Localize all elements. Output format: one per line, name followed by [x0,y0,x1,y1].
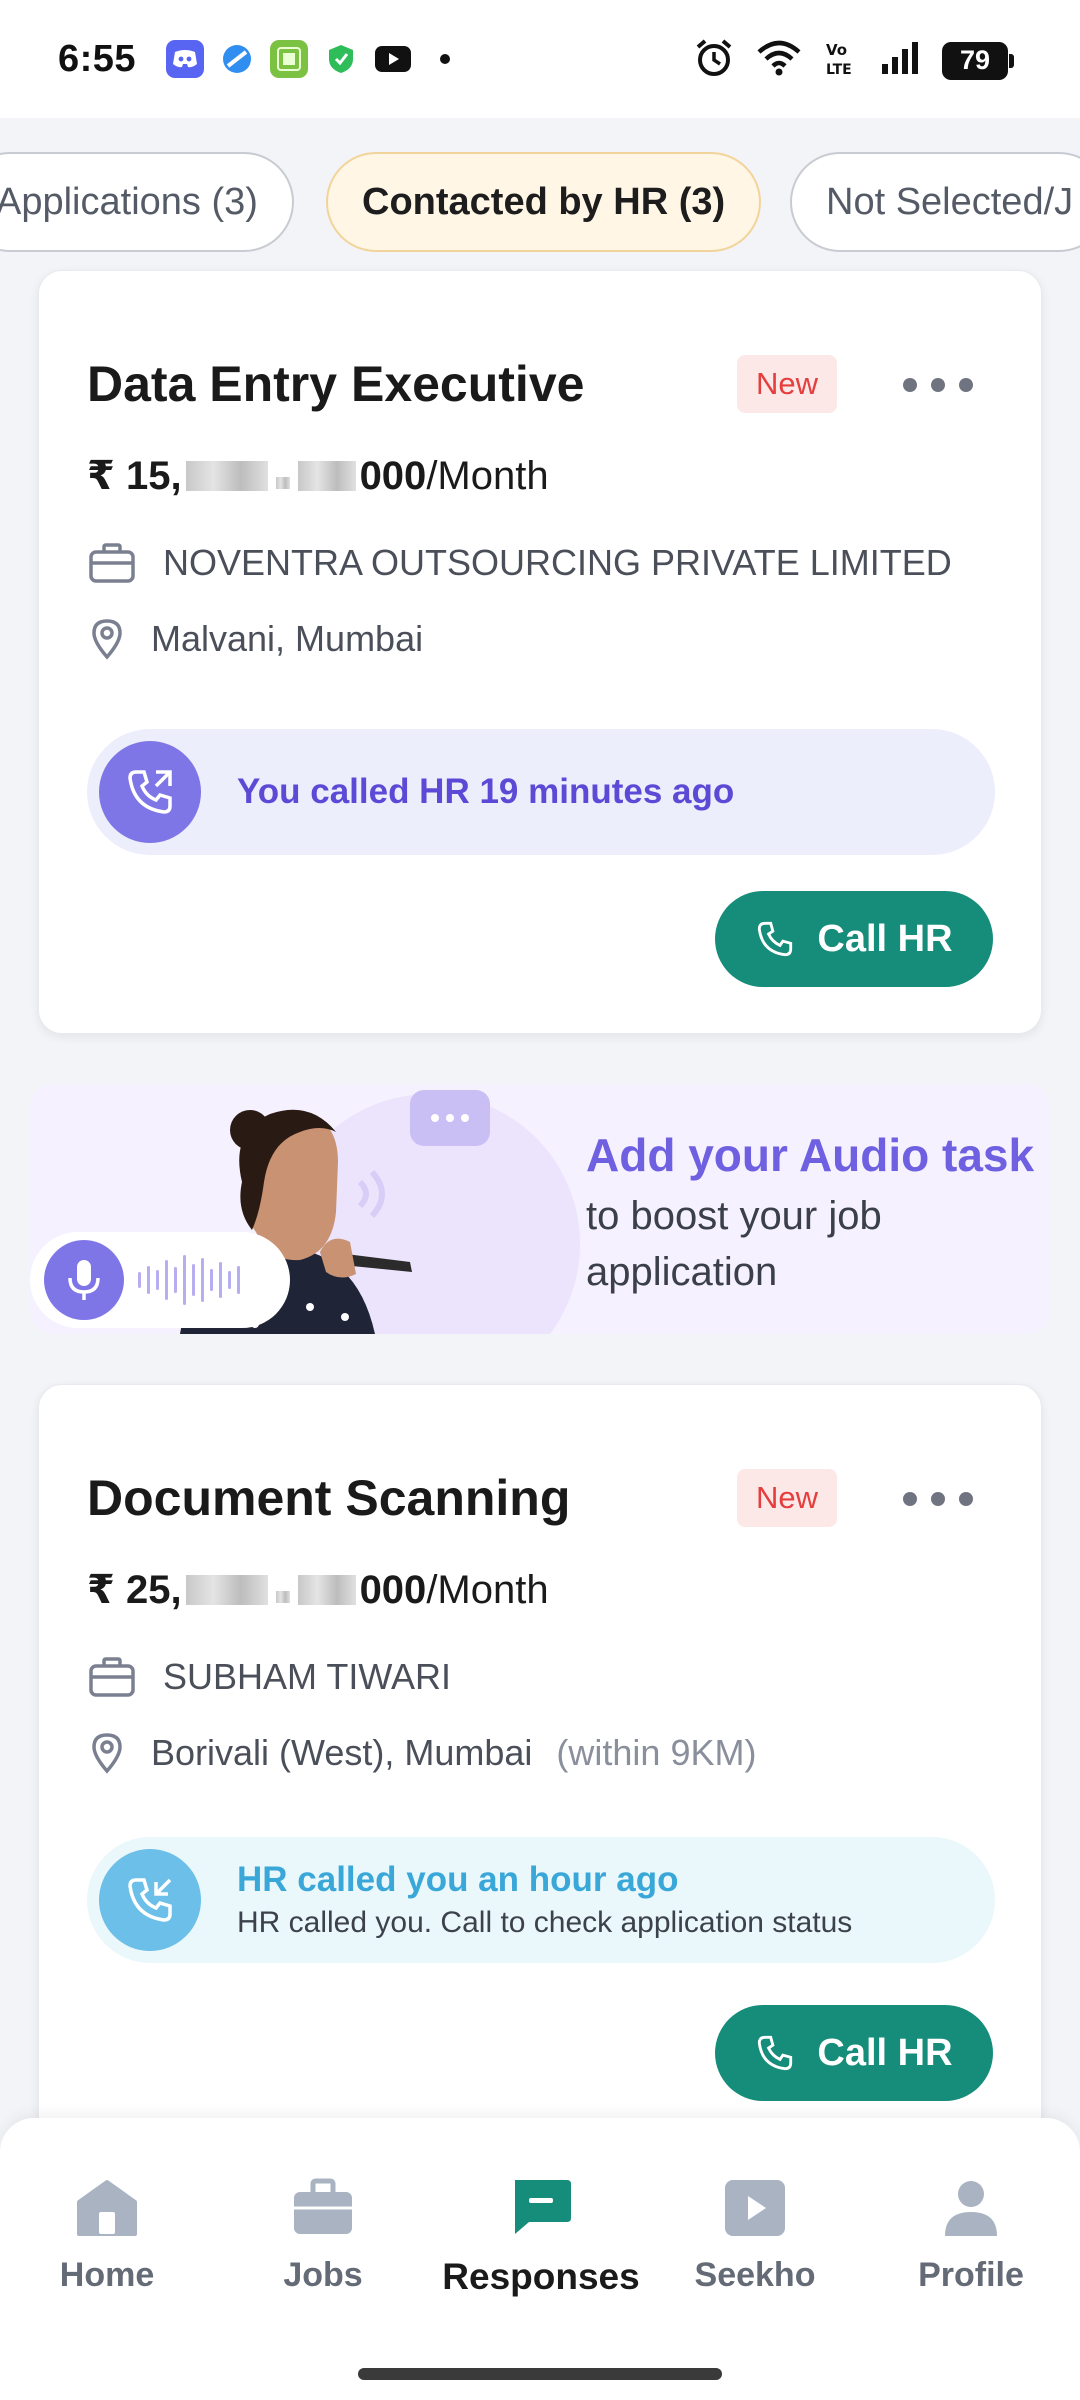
new-badge: New [737,1469,837,1527]
nav-jobs[interactable]: Jobs [233,2178,413,2295]
youtube-icon [374,40,412,78]
more-options-icon[interactable] [903,365,973,405]
salary-suffix: 000 [359,453,427,498]
outgoing-call-icon [99,741,201,843]
job-card[interactable]: Data Entry Executive New ₹ 15, 000 /Mont… [38,270,1042,1034]
call-status-subtitle: HR called you. Call to check application… [237,1906,853,1939]
status-bar: 6:55 Vo LTE 79 [0,0,1080,118]
salary-period: /Month [426,453,549,498]
company-row: NOVENTRA OUTSOURCING PRIVATE LIMITED [87,541,952,585]
distance-text: (within 9KM) [556,1732,757,1773]
location-text: Borivali (West), Mumbai [151,1732,533,1773]
bottom-navigation: Home Jobs Responses Seekho Profile [0,2118,1080,2400]
call-status-banner: HR called you an hour ago HR called you.… [87,1837,995,1963]
mic-pill [30,1232,290,1328]
person-icon [945,2181,997,2236]
call-status-text-group: HR called you an hour ago HR called you.… [237,1860,852,1940]
salary-prefix: ₹ 25, [87,1568,182,1612]
nav-seekho-label: Seekho [694,2256,816,2294]
screen: 6:55 Vo LTE 79 Applications (3) Contacte… [0,0,1080,2400]
response-tabs: Applications (3) Contacted by HR (3) Not… [0,118,1080,286]
new-badge: New [737,355,837,413]
salary-redacted-2 [297,461,356,491]
discord-icon [166,40,205,78]
more-options-icon[interactable] [903,1479,973,1519]
salary-prefix: ₹ 15, [87,454,182,498]
nav-home[interactable]: Home [17,2178,197,2295]
home-indicator[interactable] [358,2368,722,2380]
volte-icon: Vo LTE [824,39,858,82]
salary: ₹ 25, 000 /Month [87,1567,549,1613]
notification-icons [166,40,464,78]
nav-seekho[interactable]: Seekho [665,2178,845,2295]
tab-not-selected-label: Not Selected/J [826,180,1074,223]
system-icons: Vo LTE 79 [694,38,1014,83]
call-hr-label: Call HR [817,2031,953,2074]
job-title: Document Scanning [87,1470,571,1526]
salary-redacted-dash [275,1591,290,1603]
shield-icon [322,40,360,78]
app-icon-360 [270,40,309,78]
company-name: NOVENTRA OUTSOURCING PRIVATE LIMITED [163,542,952,583]
location-row: Borivali (West), Mumbai (within 9KM) [87,1731,756,1775]
salary-suffix: 000 [359,1567,427,1612]
tab-contacted-label: Contacted by HR (3) [362,180,726,223]
nav-profile[interactable]: Profile [881,2178,1061,2295]
salary-redacted [185,461,268,491]
call-status-title: HR called you an hour ago [237,1860,679,1899]
home-icon [77,2180,137,2236]
location-row: Malvani, Mumbai [87,617,423,661]
salary-redacted-dash [275,477,290,489]
phone-icon [758,2035,793,2071]
tab-contacted-by-hr[interactable]: Contacted by HR (3) [326,152,762,252]
nav-responses[interactable]: Responses [442,2178,640,2298]
job-title: Data Entry Executive [87,356,585,412]
call-hr-label: Call HR [817,917,953,960]
call-hr-button[interactable]: Call HR [715,2005,993,2101]
nav-jobs-label: Jobs [283,2256,363,2294]
signal-icon [880,40,920,81]
nav-profile-label: Profile [918,2256,1024,2294]
nav-responses-label: Responses [442,2256,640,2297]
briefcase-icon [87,1655,137,1699]
audio-wave-icon [138,1252,240,1308]
phone-icon [758,921,793,957]
audio-task-banner[interactable]: Add your Audio task to boost your job ap… [30,1084,1050,1334]
svg-text:Vo: Vo [826,41,847,59]
status-time: 6:55 [58,37,137,80]
tab-applications[interactable]: Applications (3) [0,152,294,252]
location-pin-icon [87,1731,127,1775]
salary-redacted-2 [297,1575,356,1605]
alarm-icon [694,38,734,83]
briefcase-icon [87,541,137,585]
banner-title: Add your Audio task [586,1129,1035,1181]
dot-icon [426,40,464,78]
svg-text:LTE: LTE [826,62,852,77]
location-text: Malvani, Mumbai [151,618,424,659]
briefcase-icon [294,2178,352,2234]
nav-home-label: Home [59,2256,155,2294]
banner-subtitle: to boost your job application [586,1194,882,1294]
salary-period: /Month [426,1567,549,1612]
salary-redacted [185,1575,268,1605]
salary: ₹ 15, 000 /Month [87,453,549,499]
incoming-call-icon [99,1849,201,1951]
location-pin-icon [87,617,127,661]
tab-applications-label: Applications (3) [0,180,258,223]
browser-icon [218,40,257,78]
chat-icon [515,2180,571,2234]
play-icon [725,2180,785,2236]
call-status-banner: You called HR 19 minutes ago [87,729,995,855]
company-row: SUBHAM TIWARI [87,1655,451,1699]
wifi-icon [756,40,802,81]
call-hr-button[interactable]: Call HR [715,891,993,987]
company-name: SUBHAM TIWARI [163,1656,452,1697]
tab-not-selected[interactable]: Not Selected/J [790,152,1080,252]
microphone-icon[interactable] [44,1240,124,1320]
call-status-text: You called HR 19 minutes ago [237,772,735,811]
battery-icon: 79 [942,41,1014,80]
